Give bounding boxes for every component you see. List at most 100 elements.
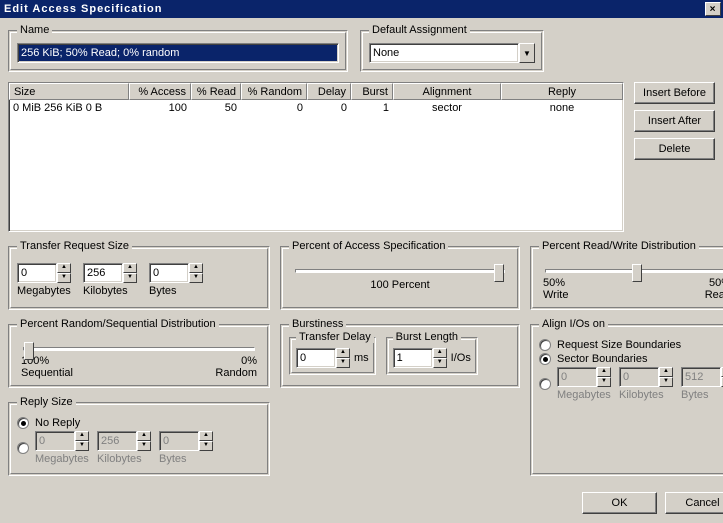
col-size[interactable]: Size xyxy=(9,83,129,100)
align-request-size-radio[interactable]: Request Size Boundaries xyxy=(539,339,723,351)
up-icon: ▲ xyxy=(137,431,151,441)
close-button[interactable]: × xyxy=(705,2,721,16)
up-icon[interactable]: ▲ xyxy=(57,263,71,273)
name-input[interactable] xyxy=(17,43,339,63)
reply-kb-spinner: ▲▼ xyxy=(97,431,151,451)
prw-left-pct: 50% xyxy=(543,277,565,289)
align-b-spinner: ▲▼ xyxy=(681,367,723,387)
trs-mb-spinner[interactable]: ▲▼ xyxy=(17,263,71,283)
trs-b-label: Bytes xyxy=(149,285,177,297)
prs-right: Random xyxy=(215,367,257,379)
align-mb-spinner: ▲▼ xyxy=(557,367,611,387)
align-kb-spinner: ▲▼ xyxy=(619,367,673,387)
up-icon: ▲ xyxy=(75,431,89,441)
pas-label: Percent of Access Specification xyxy=(289,240,448,252)
down-icon[interactable]: ▼ xyxy=(189,273,203,283)
align-label: Align I/Os on xyxy=(539,318,608,330)
trs-mb-label: Megabytes xyxy=(17,285,71,297)
trs-kb-spinner[interactable]: ▲▼ xyxy=(83,263,137,283)
up-icon[interactable]: ▲ xyxy=(433,348,447,358)
cancel-button[interactable]: Cancel xyxy=(665,492,723,514)
align-custom-radio[interactable]: ▲▼Megabytes ▲▼Kilobytes ▲▼Bytes xyxy=(539,367,723,401)
up-icon[interactable]: ▲ xyxy=(336,348,350,358)
burst-length-group: Burst Length ▲▼ I/Os xyxy=(386,337,478,375)
col-delay[interactable]: Delay xyxy=(307,83,351,100)
trs-kb-label: Kilobytes xyxy=(83,285,128,297)
reply-custom-radio[interactable]: ▲▼Megabytes ▲▼Kilobytes ▲▼Bytes xyxy=(17,431,261,465)
pas-slider[interactable] xyxy=(295,269,505,273)
table-header: Size % Access % Read % Random Delay Burs… xyxy=(9,83,623,100)
align-io-group: Align I/Os on Request Size Boundaries Se… xyxy=(530,324,723,476)
ok-button[interactable]: OK xyxy=(582,492,657,514)
burstiness-group: Burstiness Transfer Delay ▲▼ ms Burst Le… xyxy=(280,324,520,388)
prs-left: Sequential xyxy=(21,367,73,379)
down-icon: ▼ xyxy=(199,441,213,451)
trs-b-spinner[interactable]: ▲▼ xyxy=(149,263,203,283)
prs-slider[interactable] xyxy=(23,347,255,351)
col-read[interactable]: % Read xyxy=(191,83,241,100)
slider-thumb[interactable] xyxy=(24,342,34,360)
trs-label: Transfer Request Size xyxy=(17,240,132,252)
no-reply-radio[interactable]: No Reply xyxy=(17,417,261,429)
align-sector-radio[interactable]: Sector Boundaries xyxy=(539,353,723,365)
prw-slider[interactable] xyxy=(545,269,723,273)
percent-read-write-group: Percent Read/Write Distribution 50% 50% … xyxy=(530,246,723,310)
burst-label: Burstiness xyxy=(289,318,346,330)
up-icon: ▲ xyxy=(597,367,611,377)
col-reply[interactable]: Reply xyxy=(501,83,623,100)
col-burst[interactable]: Burst xyxy=(351,83,393,100)
up-icon: ▲ xyxy=(659,367,673,377)
down-icon: ▼ xyxy=(137,441,151,451)
transfer-delay-label: Transfer Delay xyxy=(296,331,374,343)
name-group: Name xyxy=(8,30,348,72)
slider-thumb[interactable] xyxy=(494,264,504,282)
default-assignment-group: Default Assignment ▼ xyxy=(360,30,544,72)
percent-random-seq-group: Percent Random/Sequential Distribution 1… xyxy=(8,324,270,388)
col-alignment[interactable]: Alignment xyxy=(393,83,501,100)
reply-size-group: Reply Size No Reply ▲▼Megabytes ▲▼Kiloby… xyxy=(8,402,270,476)
table-row[interactable]: 0 MiB 256 KiB 0 B 100 50 0 0 1 sector no… xyxy=(9,100,623,116)
down-icon[interactable]: ▼ xyxy=(336,358,350,368)
insert-before-button[interactable]: Insert Before xyxy=(634,82,715,104)
reply-b-spinner: ▲▼ xyxy=(159,431,213,451)
up-icon[interactable]: ▲ xyxy=(123,263,137,273)
title-bar: Edit Access Specification × xyxy=(0,0,723,18)
down-icon[interactable]: ▼ xyxy=(123,273,137,283)
prw-left: Write xyxy=(543,289,568,301)
down-icon[interactable]: ▼ xyxy=(433,358,447,368)
up-icon[interactable]: ▲ xyxy=(189,263,203,273)
prs-label: Percent Random/Sequential Distribution xyxy=(17,318,219,330)
chevron-down-icon[interactable]: ▼ xyxy=(519,43,535,63)
transfer-delay-group: Transfer Delay ▲▼ ms xyxy=(289,337,376,375)
down-icon: ▼ xyxy=(597,377,611,387)
prs-right-pct: 0% xyxy=(241,355,257,367)
close-icon: × xyxy=(710,4,717,15)
pas-value-label: 100 Percent xyxy=(289,279,511,291)
default-assignment-combo[interactable] xyxy=(369,43,519,63)
burst-length-unit: I/Os xyxy=(451,352,471,364)
prw-label: Percent Read/Write Distribution xyxy=(539,240,699,252)
up-icon: ▲ xyxy=(199,431,213,441)
col-access[interactable]: % Access xyxy=(129,83,191,100)
spec-table[interactable]: Size % Access % Read % Random Delay Burs… xyxy=(8,82,624,232)
insert-after-button[interactable]: Insert After xyxy=(634,110,715,132)
slider-thumb[interactable] xyxy=(632,264,642,282)
name-group-label: Name xyxy=(17,24,52,36)
prw-right: Read xyxy=(705,289,723,301)
down-icon[interactable]: ▼ xyxy=(57,273,71,283)
delete-button[interactable]: Delete xyxy=(634,138,715,160)
default-assignment-label: Default Assignment xyxy=(369,24,470,36)
burst-length-spinner[interactable]: ▲▼ xyxy=(393,348,447,368)
reply-mb-spinner: ▲▼ xyxy=(35,431,89,451)
transfer-delay-spinner[interactable]: ▲▼ xyxy=(296,348,350,368)
prw-right-pct: 50% xyxy=(709,277,723,289)
down-icon: ▼ xyxy=(659,377,673,387)
transfer-request-size-group: Transfer Request Size ▲▼ Megabytes ▲▼ Ki… xyxy=(8,246,270,310)
reply-label: Reply Size xyxy=(17,396,76,408)
window-title: Edit Access Specification xyxy=(4,3,162,15)
burst-length-label: Burst Length xyxy=(393,331,461,343)
percent-access-spec-group: Percent of Access Specification 100 Perc… xyxy=(280,246,520,310)
down-icon: ▼ xyxy=(75,441,89,451)
transfer-delay-unit: ms xyxy=(354,352,369,364)
col-random[interactable]: % Random xyxy=(241,83,307,100)
